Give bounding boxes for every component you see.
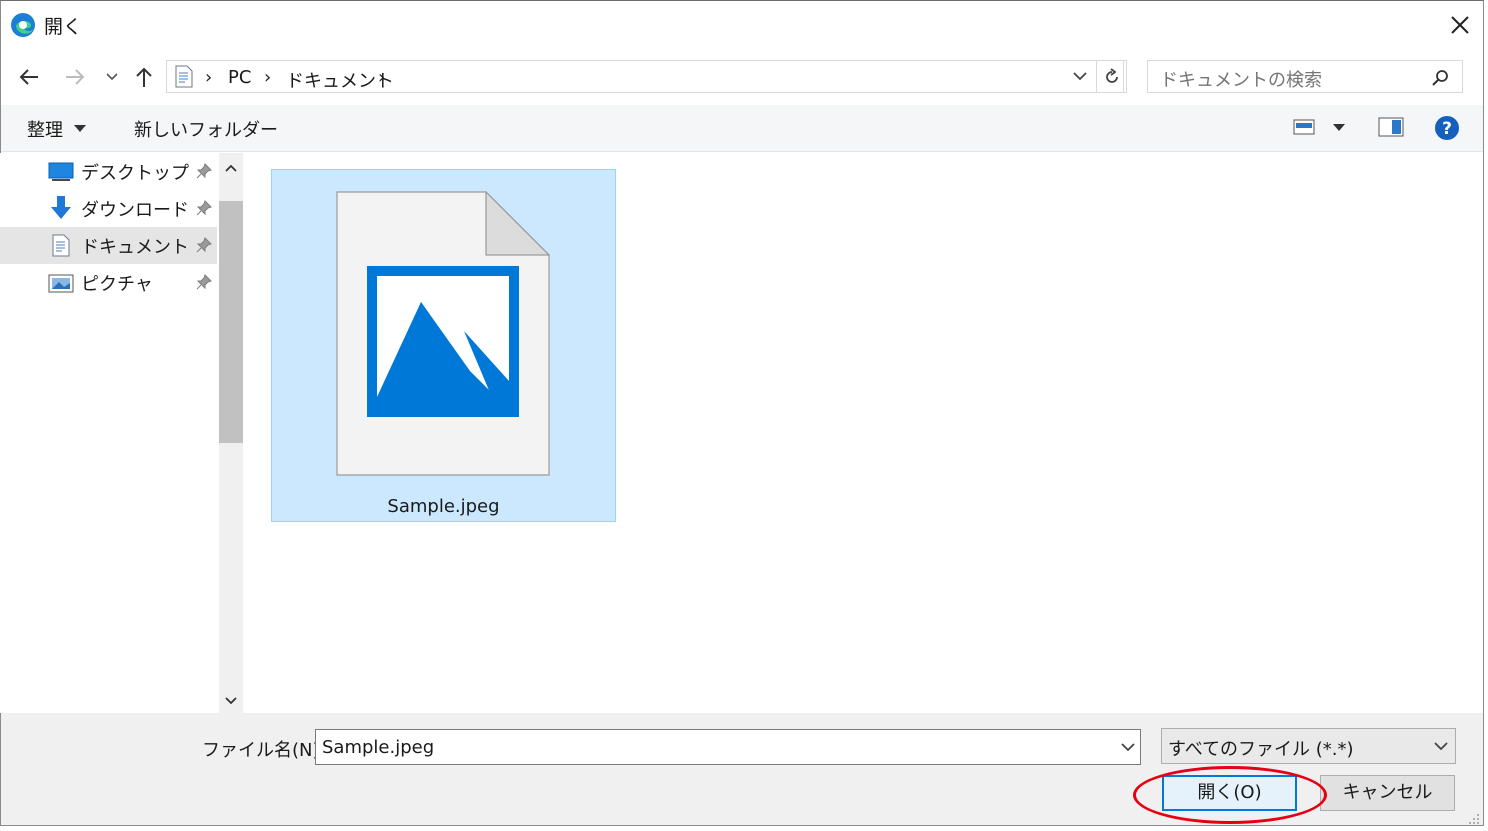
command-bar: 整理 新しいフォルダー ? [1,105,1483,152]
organize-button[interactable]: 整理 [27,116,63,142]
edge-browser-icon [11,13,35,37]
desktop-icon [48,162,74,181]
filetype-value: すべてのファイル (*.*) [1168,739,1354,760]
pin-icon[interactable] [195,199,213,217]
help-icon[interactable]: ? [1434,115,1460,141]
image-file-icon [336,191,550,476]
sidebar-item-label: デスクトップ [81,163,189,184]
view-dropdown-icon[interactable] [1332,123,1346,133]
filename-dropdown-chevron-icon[interactable] [1119,741,1137,755]
sidebar-item-pictures[interactable]: ピクチャ [0,264,217,301]
sidebar-item-label: ドキュメント [81,237,189,258]
view-options-icon[interactable] [1293,118,1315,136]
preview-pane-icon[interactable] [1378,117,1404,137]
document-icon [52,234,70,257]
close-icon[interactable] [1447,12,1473,38]
refresh-icon [1106,68,1118,83]
title-bar: 開く [0,0,1484,50]
filename-value: Sample.jpeg [322,737,435,758]
filetype-dropdown-chevron-icon[interactable] [1432,740,1450,754]
download-icon [51,196,71,219]
breadcrumb-pc[interactable]: PC [228,67,251,88]
filename-label: ファイル名(N): [202,740,326,761]
scroll-up-chevron-icon[interactable] [223,162,239,174]
sidebar-item-label: ダウンロード [81,200,189,221]
sidebar-item-documents[interactable]: ドキュメント [0,227,217,264]
window-title: 開く [44,16,83,38]
svg-text:?: ? [1442,119,1452,139]
recent-locations-chevron-icon[interactable] [104,70,120,84]
new-folder-button[interactable]: 新しいフォルダー [134,116,278,142]
back-arrow-icon[interactable] [14,62,44,92]
document-folder-icon [175,65,193,88]
filetype-select[interactable]: すべてのファイル (*.*) [1161,728,1456,764]
address-bar[interactable]: › PC › ドキュメント › [166,60,1124,93]
search-icon[interactable] [1431,68,1451,88]
sidebar-item-label: ピクチャ [81,274,153,295]
organize-dropdown-icon[interactable] [73,124,87,134]
filename-input[interactable]: Sample.jpeg [315,729,1141,765]
pin-icon[interactable] [195,273,213,291]
sidebar-item-downloads[interactable]: ダウンロード [0,190,217,227]
up-arrow-icon[interactable] [129,62,159,92]
scroll-down-chevron-icon[interactable] [223,695,239,707]
address-dropdown-chevron-icon[interactable] [1071,70,1089,84]
breadcrumb-separator: › [378,67,386,88]
scrollbar-thumb[interactable] [219,201,243,443]
resize-grip-icon[interactable] [1468,812,1480,824]
breadcrumb-separator: › [205,67,213,88]
pictures-icon [48,274,74,293]
open-button[interactable]: 開く(O) [1162,775,1297,811]
refresh-button[interactable] [1096,60,1127,93]
cancel-button[interactable]: キャンセル [1320,775,1455,811]
pin-icon[interactable] [195,162,213,180]
breadcrumb-separator: › [264,67,272,88]
search-placeholder: ドキュメントの検索 [1160,70,1322,91]
pin-icon[interactable] [195,236,213,254]
file-name-label: Sample.jpeg [387,496,500,517]
forward-arrow-icon[interactable] [60,62,90,92]
sidebar-item-desktop[interactable]: デスクトップ [0,153,217,190]
search-box[interactable]: ドキュメントの検索 [1147,60,1463,93]
